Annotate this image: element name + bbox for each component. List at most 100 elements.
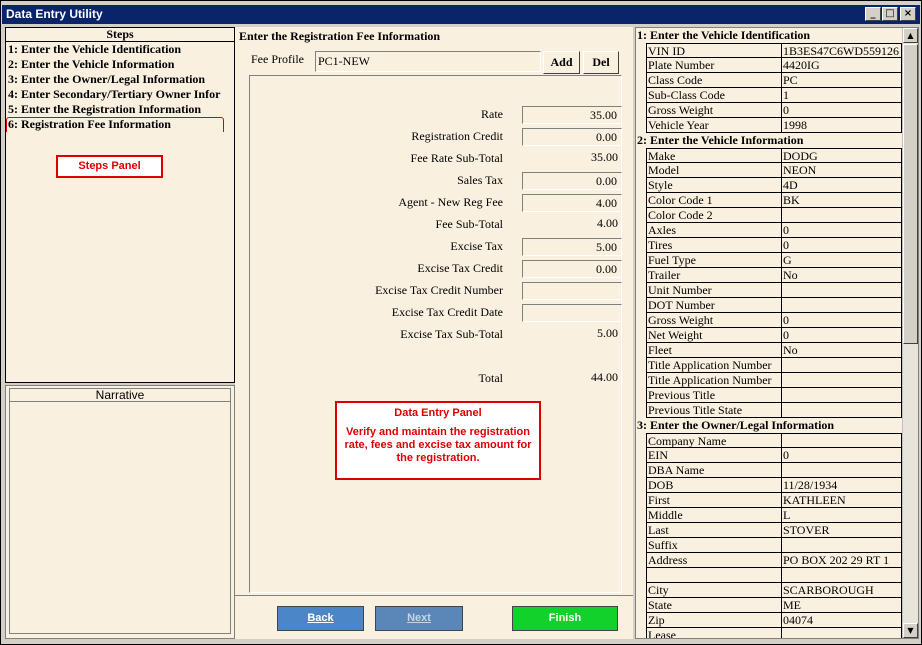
summary-row: Title Application Number [646,373,918,388]
fee-row-label: Agent - New Reg Fee [398,195,503,209]
steps-panel: Steps 1: Enter the Vehicle Identificatio… [5,27,235,383]
summary-field-label: Color Code 1 [646,193,781,208]
summary-row: VIN ID 1B3ES47C6WD559126 [646,43,918,58]
summary-row: Zip 04074 [646,613,918,628]
data-entry-callout: Data Entry Panel Verify and maintain the… [335,401,541,480]
add-button[interactable]: Add [543,51,580,74]
data-entry-callout-body: Verify and maintain the registration rat… [344,426,532,464]
fee-row-input[interactable] [522,282,622,300]
summary-field-value [781,433,902,448]
summary-field-label: VIN ID [646,43,781,58]
summary-row: Previous Title [646,388,918,403]
summary-field-label: Fuel Type [646,253,781,268]
fee-row-label: Registration Credit [411,129,503,143]
maximize-button[interactable]: □ [882,7,898,21]
summary-field-label: EIN [646,448,781,463]
summary-row: Model NEON [646,163,918,178]
summary-row: Plate Number 4420IG [646,58,918,73]
fee-row-input[interactable]: 35.00 [522,106,622,124]
summary-field-label [646,568,781,583]
summary-field-value: 1B3ES47C6WD559126 [781,43,902,58]
summary-field-label: Company Name [646,433,781,448]
summary-row: Gross Weight 0 [646,313,918,328]
fee-row-label: Excise Tax Sub-Total [400,327,503,341]
next-label: Next [407,612,431,624]
summary-field-value [781,358,902,373]
narrative-panel: Narrative [5,385,235,639]
data-entry-callout-title: Data Entry Panel [394,407,482,419]
finish-button[interactable]: Finish [512,606,618,631]
summary-field-value: No [781,268,902,283]
summary-field-value [781,298,902,313]
scroll-up-icon[interactable]: ▲ [903,28,918,43]
summary-row: Make DODG [646,148,918,163]
summary-field-value: 1 [781,88,902,103]
back-button[interactable]: Back [277,606,364,631]
summary-field-value: PO BOX 202 29 RT 1 [781,553,902,568]
summary-row: DOT Number [646,298,918,313]
summary-row: Axles 0 [646,223,918,238]
fee-row-label: Sales Tax [457,173,503,187]
vertical-scrollbar[interactable]: ▲ ▼ [902,28,918,638]
fee-row-value: 44.00 [591,370,618,384]
fee-row-input[interactable]: 0.00 [522,172,622,190]
summary-field-value: STOVER [781,523,902,538]
step-item[interactable]: 1: Enter the Vehicle Identification [6,42,234,57]
summary-field-label: Model [646,163,781,178]
summary-row: First KATHLEEN [646,493,918,508]
summary-field-label: Previous Title [646,388,781,403]
summary-field-value: SCARBOROUGH [781,583,902,598]
scrollbar-thumb[interactable] [903,44,918,344]
summary-field-value [781,628,902,638]
minimize-button[interactable]: _ [865,7,881,21]
summary-field-label: Trailer [646,268,781,283]
fee-row-input[interactable]: 4.00 [522,194,622,212]
summary-row: Previous Title State [646,403,918,418]
fee-row-input[interactable]: 0.00 [522,260,622,278]
summary-row: State ME [646,598,918,613]
step-item[interactable]: 3: Enter the Owner/Legal Information [6,72,234,87]
summary-row: Lease [646,628,918,638]
summary-field-value: 11/28/1934 [781,478,902,493]
summary-row: Last STOVER [646,523,918,538]
summary-field-label: DOB [646,478,781,493]
step-item[interactable]: 6: Registration Fee Information [6,117,234,132]
summary-field-value: 4D [781,178,902,193]
summary-row: Fuel Type G [646,253,918,268]
fee-row-value: 4.00 [597,216,618,230]
summary-row: Address PO BOX 202 29 RT 1 [646,553,918,568]
close-button[interactable]: × [900,7,916,21]
step-item[interactable]: 4: Enter Secondary/Tertiary Owner Infor [6,87,234,102]
summary-field-label: City [646,583,781,598]
fee-row-input[interactable] [522,304,622,322]
next-button[interactable]: Next [375,606,463,631]
summary-field-value: BK [781,193,902,208]
fee-row-label: Excise Tax [450,239,503,253]
fee-row-input[interactable]: 5.00 [522,238,622,256]
window-title: Data Entry Utility [6,7,103,21]
fee-form: Data Entry Panel Verify and maintain the… [249,75,622,593]
summary-row: Title Application Number [646,358,918,373]
summary-field-label: Make [646,148,781,163]
summary-grid: 1: Enter the Vehicle Identification VIN I… [636,28,918,638]
fee-row-label: Fee Sub-Total [435,217,503,231]
summary-field-label: Suffix [646,538,781,553]
fee-profile-input[interactable]: PC1-NEW [315,51,541,72]
finish-label: Finish [548,612,582,624]
summary-field-label: Lease [646,628,781,638]
summary-field-value: 1998 [781,118,902,133]
delete-button[interactable]: Del [583,51,619,74]
summary-row: DOB 11/28/1934 [646,478,918,493]
fee-row-input[interactable]: 0.00 [522,128,622,146]
step-item[interactable]: 5: Enter the Registration Information [6,102,234,117]
summary-row: Suffix [646,538,918,553]
summary-field-label: Zip [646,613,781,628]
summary-row [646,568,918,583]
summary-field-value: 0 [781,238,902,253]
summary-field-label: DBA Name [646,463,781,478]
summary-field-value [781,568,902,583]
step-item[interactable]: 2: Enter the Vehicle Information [6,57,234,72]
fee-row-value: 5.00 [597,326,618,340]
summary-field-value [781,463,902,478]
scroll-down-icon[interactable]: ▼ [903,623,918,638]
